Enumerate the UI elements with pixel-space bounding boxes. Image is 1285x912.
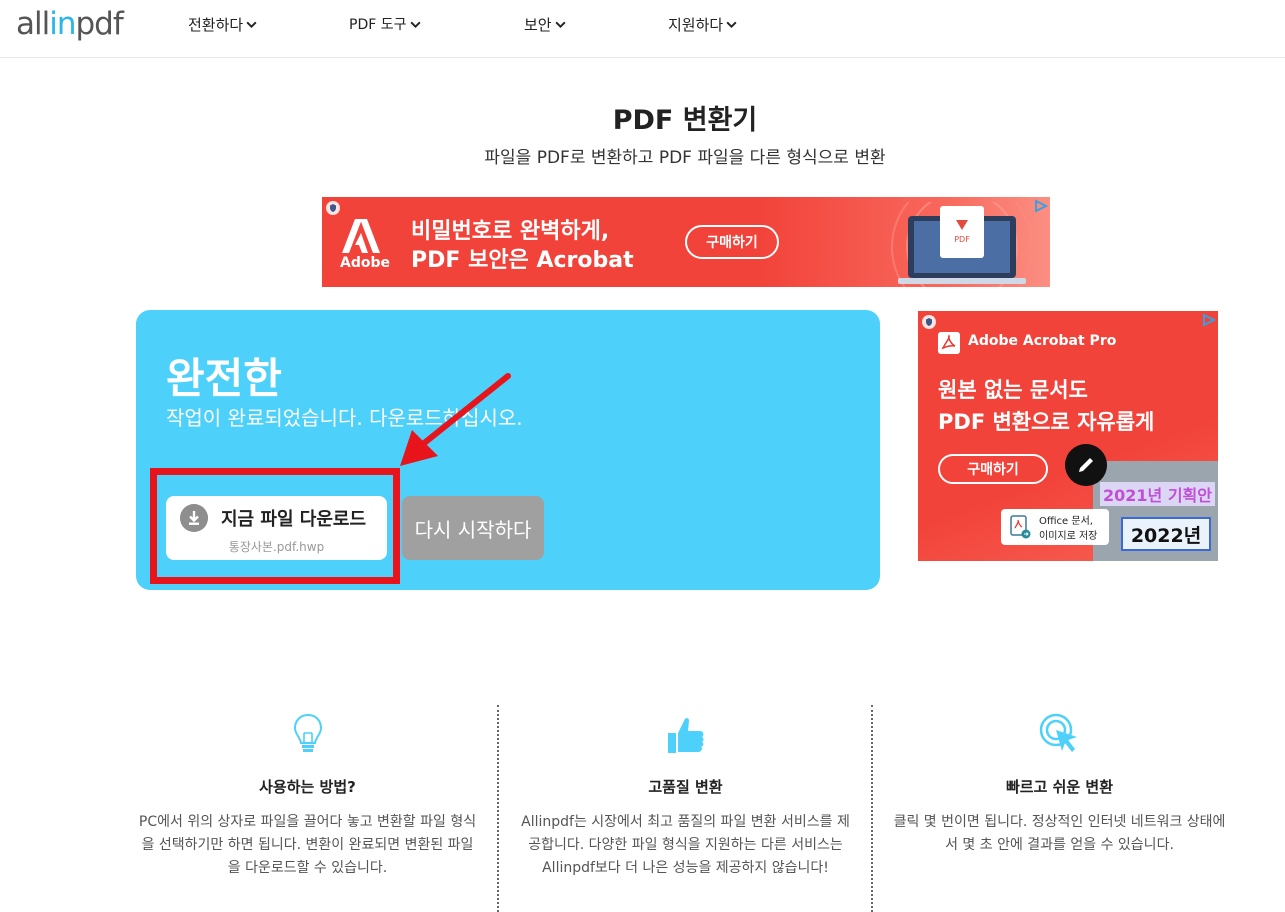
- download-icon: [180, 504, 208, 532]
- allinpdf-logo[interactable]: allinpdf: [16, 6, 124, 42]
- chevron-down-icon: [409, 21, 421, 28]
- chevron-down-icon: [726, 21, 737, 29]
- nav-convert[interactable]: 전환하다: [188, 14, 258, 35]
- ad-top-buy-button[interactable]: 구매하기: [685, 225, 779, 259]
- logo-text-all: all: [16, 6, 50, 42]
- side-banner-ad[interactable]: Adobe Acrobat Pro 원본 없는 문서도 PDF 변환으로 자유롭…: [918, 311, 1218, 561]
- feature-quality-title: 고품질 변환: [648, 778, 723, 796]
- nav-security[interactable]: 보안: [524, 14, 567, 35]
- restart-button[interactable]: 다시 시작하다: [402, 496, 544, 560]
- adobe-wordmark: Adobe: [340, 255, 390, 271]
- chevron-down-icon: [246, 21, 257, 29]
- top-banner-ad[interactable]: Adobe 비밀번호로 완벽하게, PDF 보안은 Acrobat 구매하기 P…: [322, 197, 1050, 287]
- feature-how-to-use: 사용하는 방법? PC에서 위의 상자로 파일을 끌어다 놓고 변환할 파일 형…: [120, 705, 495, 912]
- ad-top-headline-1: 비밀번호로 완벽하게,: [411, 219, 610, 244]
- red-arrow-annotation-icon: [400, 373, 511, 466]
- ad-old-year-label: 2021년 기획안: [1100, 482, 1215, 506]
- feature-how-to-use-text: PC에서 위의 상자로 파일을 끌어다 놓고 변환할 파일 형식을 선택하기만 …: [138, 814, 477, 876]
- logo-text-pdf: pdf: [75, 6, 124, 42]
- ad-side-headline-1: 원본 없는 문서도: [938, 378, 1088, 402]
- nav-convert-label: 전환하다: [188, 16, 244, 34]
- document-convert-icon: [1010, 515, 1031, 539]
- nav-pdf-tools-label: PDF 도구: [349, 17, 407, 33]
- nav-support-label: 지원하다: [668, 16, 724, 34]
- feature-quality: 고품질 변환 Allinpdf는 시장에서 최고 품질의 파일 변환 서비스를 …: [498, 705, 873, 912]
- ad-shield-icon[interactable]: [326, 201, 340, 215]
- lightbulb-icon: [293, 713, 322, 752]
- download-now-button[interactable]: 지금 파일 다운로드 통장사본.pdf.hwp: [166, 496, 387, 560]
- office-save-card: Office 문서, 이미지로 저장: [1001, 509, 1109, 545]
- laptop-pdf-illustration-icon: PDF: [891, 202, 1033, 287]
- page-title: PDF 변환기: [612, 105, 758, 136]
- office-card-line-2: 이미지로 저장: [1039, 531, 1098, 542]
- ad-side-headline-2: PDF 변환으로 자유롭게: [938, 410, 1155, 434]
- thumbs-up-icon: [667, 718, 703, 753]
- acrobat-product-name: Adobe Acrobat Pro: [968, 333, 1117, 349]
- click-icon: [1039, 713, 1077, 752]
- ad-shield-icon[interactable]: [922, 315, 936, 329]
- ad-new-year-label: 2022년: [1121, 517, 1211, 551]
- download-now-label: 지금 파일 다운로드: [221, 509, 367, 530]
- acrobat-logo-icon: [938, 332, 960, 354]
- feature-quality-text: Allinpdf는 시장에서 최고 품질의 파일 변환 서비스를 제공합니다. …: [521, 814, 850, 876]
- chevron-down-icon: [555, 21, 566, 29]
- nav-support[interactable]: 지원하다: [668, 14, 738, 35]
- pdf-icon-label: PDF: [954, 235, 970, 244]
- adchoices-icon[interactable]: [1200, 313, 1218, 327]
- pencil-icon: [1065, 444, 1107, 486]
- nav-pdf-tools[interactable]: PDF 도구: [349, 14, 422, 34]
- logo-text-in: in: [49, 6, 76, 42]
- feature-how-to-use-title: 사용하는 방법?: [259, 778, 356, 796]
- feature-fast-title: 빠르고 쉬운 변환: [1005, 778, 1114, 796]
- office-card-line-1: Office 문서,: [1039, 516, 1093, 527]
- completion-title: 완전한: [166, 354, 282, 403]
- nav-security-label: 보안: [524, 16, 552, 34]
- top-header: allinpdf 전환하다 PDF 도구 보안 지원하다: [0, 0, 1285, 58]
- ad-side-buy-button[interactable]: 구매하기: [938, 454, 1048, 484]
- ad-top-headline-2: PDF 보안은 Acrobat: [411, 248, 634, 273]
- feature-fast-text: 클릭 몇 번이면 됩니다. 정상적인 인터넷 네트워크 상태에서 몇 초 안에 …: [893, 814, 1226, 853]
- adobe-logo-icon: [342, 219, 380, 253]
- feature-fast: 빠르고 쉬운 변환 클릭 몇 번이면 됩니다. 정상적인 인터넷 네트워크 상태…: [872, 705, 1247, 912]
- download-file-name: 통장사본.pdf.hwp: [228, 540, 325, 554]
- page-subtitle: 파일을 PDF로 변환하고 PDF 파일을 다른 형식으로 변환: [484, 148, 886, 168]
